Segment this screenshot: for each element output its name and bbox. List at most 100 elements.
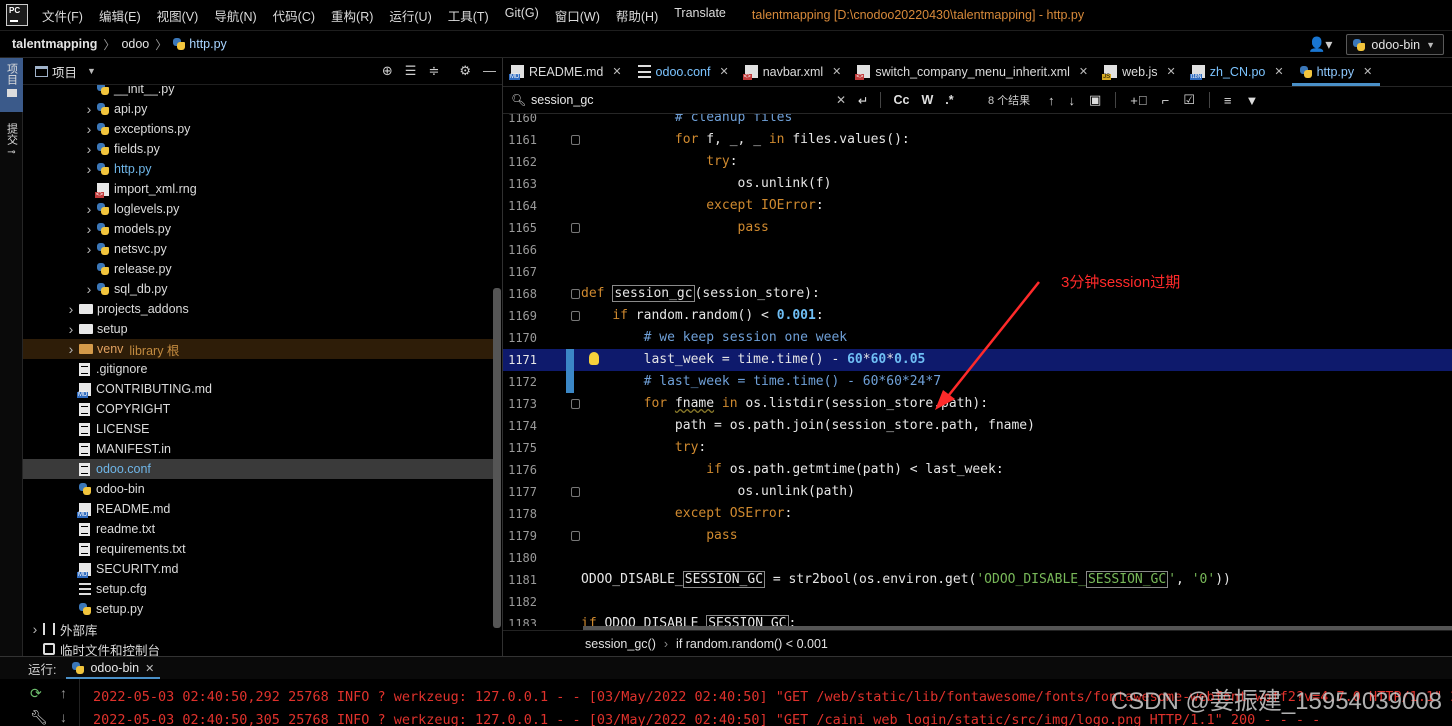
menu-item[interactable]: 工具(T)	[440, 6, 497, 25]
tree-item[interactable]: › sql_db.py	[23, 279, 493, 299]
fold-marker-icon[interactable]	[571, 311, 580, 321]
menu-item[interactable]: 编辑(E)	[91, 6, 149, 25]
editor-tab[interactable]: navbar.xml ✕	[737, 58, 850, 86]
menu-item[interactable]: 运行(U)	[381, 6, 439, 25]
fold-marker-icon[interactable]	[571, 531, 580, 541]
tree-item[interactable]: import_xml.rng	[23, 179, 493, 199]
collapse-all-icon[interactable]: ≑	[428, 63, 439, 79]
expand-chevron-icon[interactable]: ›	[81, 101, 97, 117]
tree-item[interactable]: LICENSE	[23, 419, 493, 439]
code-line[interactable]: 1174 path = os.path.join(session_store.p…	[503, 415, 1452, 437]
tree-item[interactable]: release.py	[23, 259, 493, 279]
menu-item[interactable]: 代码(C)	[265, 6, 323, 25]
expand-chevron-icon[interactable]: ›	[81, 141, 97, 157]
editor-tab[interactable]: web.js ✕	[1096, 58, 1184, 86]
fold-marker-icon[interactable]	[571, 289, 580, 299]
code-line[interactable]: 1175 try:	[503, 437, 1452, 459]
close-icon[interactable]: ✕	[832, 65, 841, 78]
expand-chevron-icon[interactable]: ›	[63, 341, 79, 357]
breadcrumb-project[interactable]: talentmapping	[0, 37, 99, 51]
locate-file-icon[interactable]: ⊕	[382, 63, 393, 79]
menu-item[interactable]: 视图(V)	[149, 6, 207, 25]
menu-item[interactable]: 导航(N)	[206, 6, 264, 25]
tree-item[interactable]: › exceptions.py	[23, 119, 493, 139]
tree-item[interactable]: › 外部库	[23, 619, 493, 639]
code-line[interactable]: 1161 for f, _, _ in files.values():	[503, 129, 1452, 151]
wrench-icon[interactable]: 🔧︎	[30, 709, 48, 726]
tree-item[interactable]: SECURITY.md	[23, 559, 493, 579]
code-line[interactable]: 1173 for fname in os.listdir(session_sto…	[503, 393, 1452, 415]
editor-tab[interactable]: README.md ✕	[503, 58, 630, 86]
editor-tab[interactable]: odoo.conf ✕	[630, 58, 737, 86]
tree-item[interactable]: › loglevels.py	[23, 199, 493, 219]
commit-tool-tab[interactable]: 提交 ⊸	[0, 118, 23, 162]
tree-item[interactable]: readme.txt	[23, 519, 493, 539]
tree-item[interactable]: › http.py	[23, 159, 493, 179]
project-tool-tab[interactable]: 项目	[0, 58, 23, 112]
expand-chevron-icon[interactable]: ›	[81, 241, 97, 257]
search-icon[interactable]: 🔍︎	[511, 93, 526, 107]
code-line[interactable]: 1181 ODOO_DISABLE_ SESSION_GC = str2bool(o…	[503, 569, 1452, 591]
user-account-icon[interactable]: 👤▾	[1302, 36, 1338, 53]
rerun-icon[interactable]: ⟳	[30, 685, 42, 702]
tree-item[interactable]: __init__.py	[23, 85, 493, 99]
code-line[interactable]: 1162 try:	[503, 151, 1452, 173]
tree-item[interactable]: 临时文件和控制台	[23, 639, 493, 656]
structure-item-function[interactable]: session_gc()	[585, 637, 656, 651]
close-icon[interactable]: ✕	[719, 65, 728, 78]
open-in-window-icon[interactable]: ≡	[1224, 93, 1232, 108]
expand-chevron-icon[interactable]: ›	[81, 161, 97, 177]
fold-marker-icon[interactable]	[571, 223, 580, 233]
tree-item[interactable]: .gitignore	[23, 359, 493, 379]
code-line[interactable]: 1170 # we keep session one week	[503, 327, 1452, 349]
add-selection-icon[interactable]: +⃞	[1130, 93, 1147, 108]
tree-item[interactable]: › setup	[23, 319, 493, 339]
tree-item[interactable]: COPYRIGHT	[23, 399, 493, 419]
code-line[interactable]: 1182	[503, 591, 1452, 613]
tree-item[interactable]: › projects_addons	[23, 299, 493, 319]
tree-item[interactable]: odoo.conf	[23, 459, 493, 479]
code-line[interactable]: 1168 def session_gc (session_store):	[503, 283, 1452, 305]
code-line[interactable]: 1160 # cleanup files	[503, 114, 1452, 129]
expand-chevron-icon[interactable]: ›	[81, 201, 97, 217]
close-icon[interactable]: ✕	[1363, 65, 1372, 78]
hide-panel-icon[interactable]: —	[483, 63, 496, 79]
expand-chevron-icon[interactable]: ›	[63, 321, 79, 337]
code-line[interactable]: 1180	[503, 547, 1452, 569]
chevron-down-icon[interactable]: ▼	[87, 66, 96, 76]
tree-item[interactable]: CONTRIBUTING.md	[23, 379, 493, 399]
code-line[interactable]: 1183 if ODOO_DISABLE_ SESSION_GC:	[503, 613, 1452, 626]
menu-item[interactable]: 文件(F)	[34, 6, 91, 25]
tree-item[interactable]: setup.cfg	[23, 579, 493, 599]
expand-chevron-icon[interactable]: ›	[81, 121, 97, 137]
whole-words-button[interactable]: W	[921, 93, 933, 107]
run-tab-odoo-bin[interactable]: odoo-bin ✕	[66, 657, 161, 680]
menu-item[interactable]: 帮助(H)	[608, 6, 666, 25]
fold-marker-icon[interactable]	[571, 487, 580, 497]
tree-item[interactable]: › venv library 根	[23, 339, 493, 359]
expand-chevron-icon[interactable]: ›	[81, 221, 97, 237]
regex-button[interactable]: .*	[945, 93, 953, 107]
tree-item[interactable]: setup.py	[23, 599, 493, 619]
fold-marker-icon[interactable]	[571, 135, 580, 145]
code-line[interactable]: 1163 os.unlink(f)	[503, 173, 1452, 195]
close-icon[interactable]: ✕	[145, 662, 154, 675]
code-editor[interactable]: 1183 if ODOO_DISABLE_ SESSION_GC: 1182 1181 O…	[503, 114, 1452, 626]
expand-all-icon[interactable]: ☰	[405, 63, 417, 79]
expand-chevron-icon[interactable]: ›	[63, 301, 79, 317]
project-tree-scrollbar[interactable]	[493, 288, 501, 628]
code-line[interactable]: 1164 except IOError:	[503, 195, 1452, 217]
code-line[interactable]: 1165 pass	[503, 217, 1452, 239]
close-icon[interactable]: ✕	[1274, 65, 1283, 78]
menu-item[interactable]: 重构(R)	[323, 6, 381, 25]
newline-icon[interactable]: ↵	[858, 93, 868, 108]
filter-icon[interactable]: ▼	[1245, 93, 1258, 108]
next-match-icon[interactable]: ↓	[1069, 93, 1076, 108]
code-line[interactable]: 1179 pass	[503, 525, 1452, 547]
menu-item[interactable]: Git(G)	[497, 6, 547, 25]
code-line[interactable]: 1178 except OSError:	[503, 503, 1452, 525]
vcs-change-marker[interactable]	[566, 371, 574, 393]
menu-item[interactable]: Translate	[666, 6, 734, 25]
tree-item[interactable]: › models.py	[23, 219, 493, 239]
tree-item[interactable]: MANIFEST.in	[23, 439, 493, 459]
